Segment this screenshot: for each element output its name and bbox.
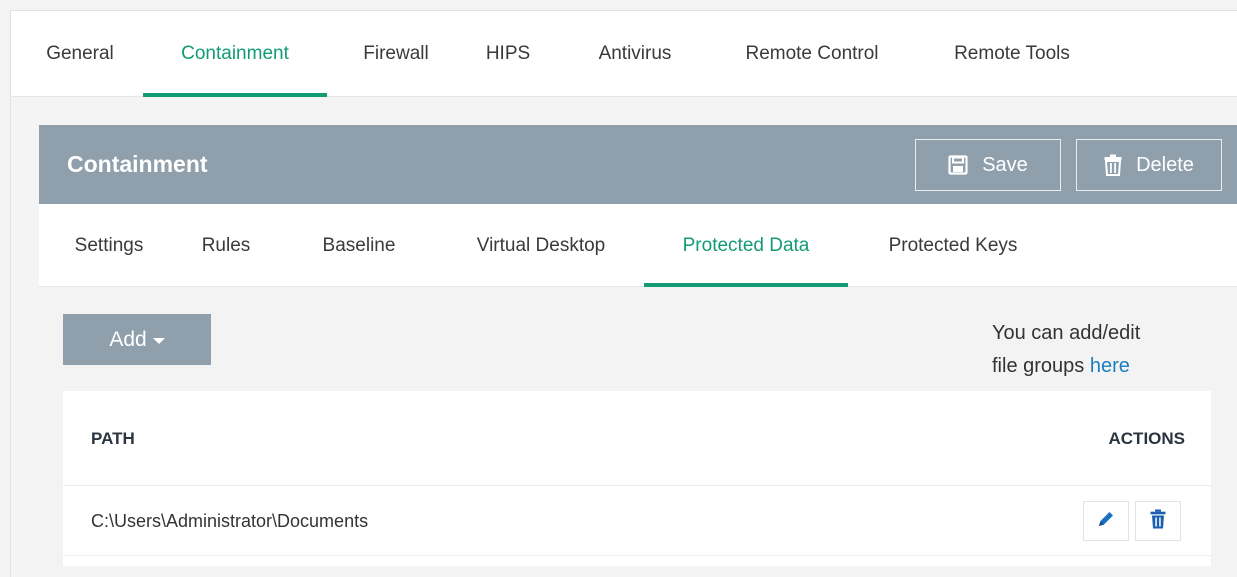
delete-button[interactable]: Delete <box>1076 139 1222 191</box>
tab-rules[interactable]: Rules <box>187 204 265 287</box>
protected-data-table: PATH ACTIONS C:\Users\Administrator\Docu… <box>63 391 1211 566</box>
caret-down-icon <box>152 338 165 344</box>
tab-virtual-desktop[interactable]: Virtual Desktop <box>445 204 637 287</box>
delete-label: Delete <box>1136 153 1194 176</box>
hint-prefix: file groups <box>992 355 1085 377</box>
tab-protected-keys[interactable]: Protected Keys <box>868 204 1038 287</box>
add-label: Add <box>109 327 147 351</box>
sub-tab-bar: Settings Rules Baseline Virtual Desktop … <box>39 204 1237 287</box>
save-button[interactable]: Save <box>915 139 1061 191</box>
add-button[interactable]: Add <box>63 314 211 365</box>
tab-hips[interactable]: HIPS <box>477 11 539 97</box>
file-groups-hint: You can add/edit file groups here <box>992 317 1212 383</box>
tab-remote-tools[interactable]: Remote Tools <box>937 11 1087 97</box>
file-groups-link[interactable]: here <box>1090 355 1130 377</box>
table-header: PATH ACTIONS <box>63 391 1211 486</box>
tab-baseline[interactable]: Baseline <box>305 204 413 287</box>
column-header-actions: ACTIONS <box>1108 428 1186 448</box>
trash-icon <box>1150 509 1166 534</box>
profile-page: General Containment Firewall HIPS Antivi… <box>10 10 1237 577</box>
tab-general[interactable]: General <box>39 11 121 97</box>
hint-line-1: You can add/edit <box>992 322 1141 344</box>
tab-remote-control[interactable]: Remote Control <box>727 11 897 97</box>
column-header-path[interactable]: PATH <box>91 391 135 486</box>
table-row: C:\Users\Administrator\Documents <box>63 486 1211 556</box>
panel-header: Containment Save Delete <box>39 125 1237 204</box>
panel-title: Containment <box>67 151 208 177</box>
trash-icon <box>1104 154 1122 176</box>
save-label: Save <box>982 153 1028 176</box>
pencil-icon <box>1096 509 1116 534</box>
floppy-disk-icon <box>948 155 968 175</box>
tab-protected-data[interactable]: Protected Data <box>644 204 848 287</box>
protected-data-content: Add You can add/edit file groups here PA… <box>39 287 1237 577</box>
tab-antivirus[interactable]: Antivirus <box>583 11 687 97</box>
tab-firewall[interactable]: Firewall <box>349 11 443 97</box>
delete-row-button[interactable] <box>1135 501 1181 541</box>
edit-button[interactable] <box>1083 501 1129 541</box>
hint-line-2: file groups here <box>992 350 1212 383</box>
top-tab-bar: General Containment Firewall HIPS Antivi… <box>11 11 1237 97</box>
tab-containment[interactable]: Containment <box>143 11 327 97</box>
tab-settings[interactable]: Settings <box>53 204 165 287</box>
path-cell: C:\Users\Administrator\Documents <box>91 510 369 531</box>
